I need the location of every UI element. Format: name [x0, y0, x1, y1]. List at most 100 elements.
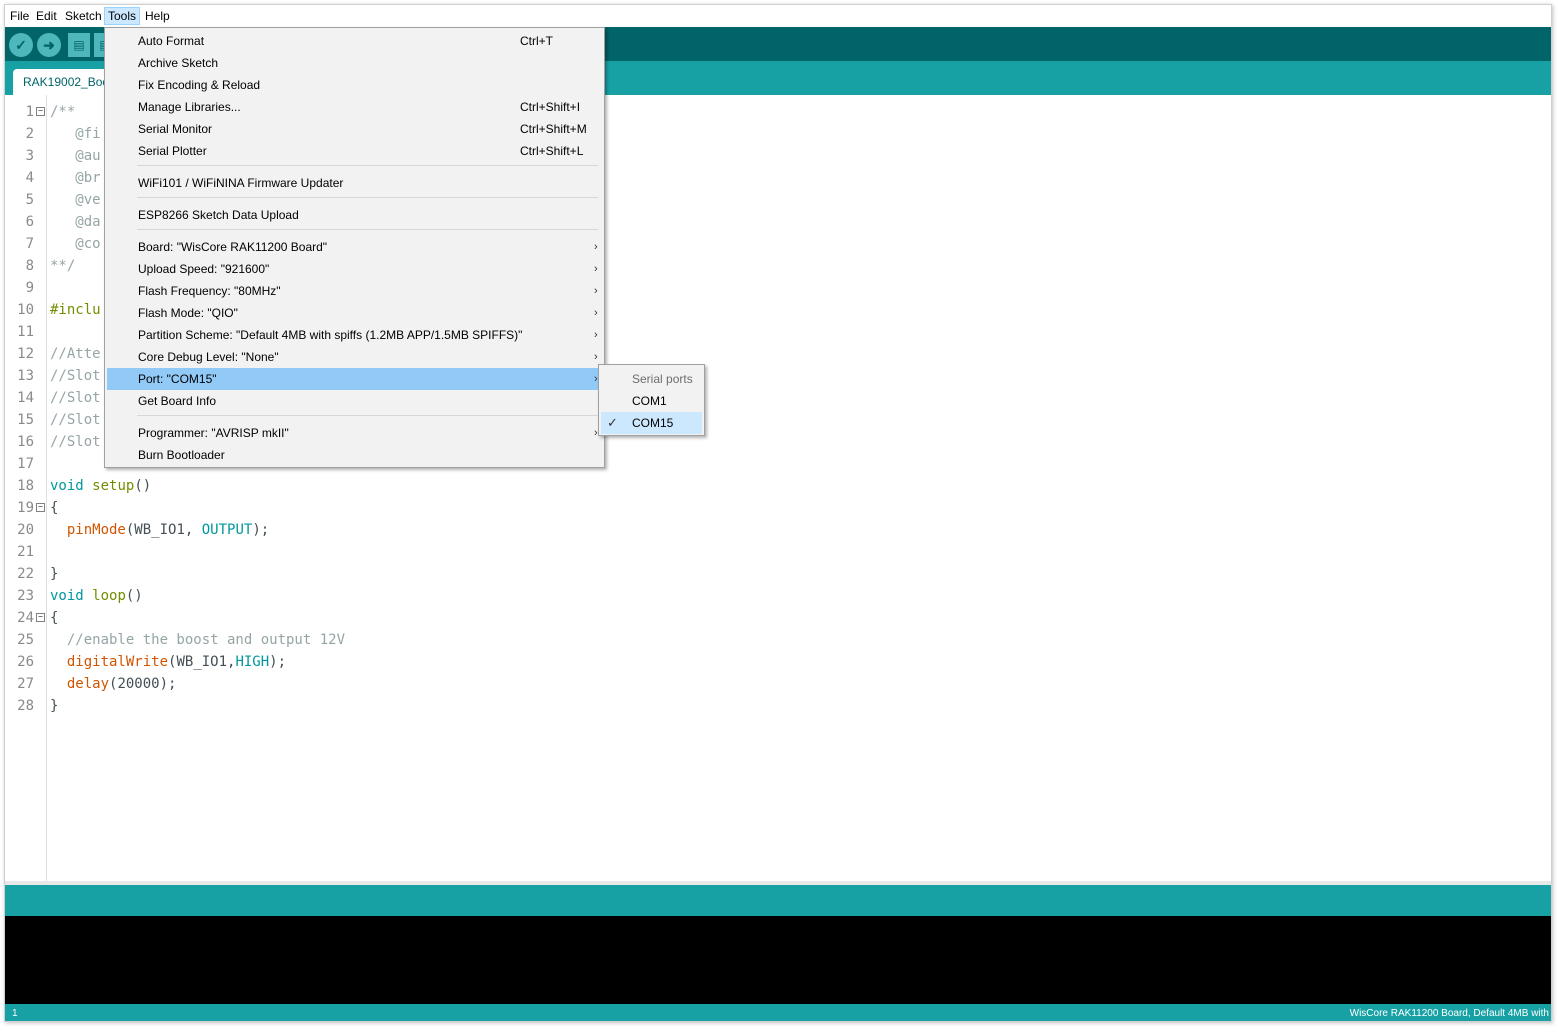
line-number: 9: [25, 280, 34, 296]
menu-item-upload-speed-921600[interactable]: Upload Speed: "921600" ›: [107, 258, 600, 280]
menu-item-wifi101-wifinina-firmware-updater[interactable]: WiFi101 / WiFiNINA Firmware Updater: [107, 172, 600, 194]
code-token: loop: [92, 588, 126, 604]
code-token: //Slot: [50, 412, 101, 428]
tools-menu: Auto Format Ctrl+T Archive Sketch Fix Encod…: [104, 27, 605, 468]
chevron-right-icon: ›: [594, 285, 598, 297]
menu-item-core-debug-level-none[interactable]: Core Debug Level: "None" ›: [107, 346, 600, 368]
chevron-right-icon: ›: [594, 241, 598, 253]
code-token: @co: [50, 236, 101, 252]
port-item-com15[interactable]: ✓ COM15: [601, 412, 702, 434]
menu-item-label: WiFi101 / WiFiNINA Firmware Updater: [138, 176, 344, 190]
menu-edit[interactable]: Edit: [33, 7, 60, 25]
menu-item-manage-libraries[interactable]: Manage Libraries... Ctrl+Shift+I: [107, 96, 600, 118]
console-output[interactable]: [5, 916, 1551, 1004]
code-text: }: [50, 695, 58, 717]
document-icon: ▤: [73, 38, 85, 52]
upload-button[interactable]: ➜: [37, 33, 61, 57]
menu-item-flash-mode-qio[interactable]: Flash Mode: "QIO" ›: [107, 302, 600, 324]
code-token: //Slot: [50, 368, 101, 384]
code-token: (): [125, 588, 143, 604]
line-number: 22: [17, 566, 34, 582]
line-number: 13: [17, 368, 34, 384]
menu-item-serial-plotter[interactable]: Serial Plotter Ctrl+Shift+L: [107, 140, 600, 162]
chevron-right-icon: ›: [594, 307, 598, 319]
menu-item-burn-bootloader[interactable]: Burn Bootloader: [107, 444, 600, 466]
code-text: @da: [50, 211, 100, 233]
menu-item-label: Serial Monitor: [138, 122, 213, 136]
menu-item-archive-sketch[interactable]: Archive Sketch: [107, 52, 600, 74]
code-text: @fi: [50, 123, 100, 145]
code-text: void loop(): [50, 585, 143, 607]
port-item-com1[interactable]: COM1: [601, 390, 702, 412]
menu-help[interactable]: Help: [142, 7, 173, 25]
menu-item-fix-encoding-reload[interactable]: Fix Encoding & Reload: [107, 74, 600, 96]
code-text: @co: [50, 233, 101, 255]
menu-item-programmer-avrisp-mkii[interactable]: Programmer: "AVRISP mkII" ›: [107, 422, 600, 444]
menu-item-partition-scheme-default-4mb-with-spiffs[interactable]: Partition Scheme: "Default 4MB with spif…: [107, 324, 600, 346]
menubar: File Edit Sketch Tools Help: [5, 5, 1551, 27]
line-number: 11: [17, 324, 34, 340]
line-number: 3: [25, 148, 34, 164]
new-button[interactable]: ▤: [68, 33, 90, 57]
menu-separator: [137, 197, 598, 198]
code-token: #inclu: [50, 302, 101, 318]
code-line: 24−{: [5, 607, 1551, 629]
menu-item-board-wiscore-rak11200-board[interactable]: Board: "WisCore RAK11200 Board" ›: [107, 236, 600, 258]
code-text: **/: [50, 255, 75, 277]
code-text: //Slot: [50, 387, 101, 409]
port-label: COM15: [632, 416, 674, 430]
menu-tools[interactable]: Tools: [104, 7, 141, 25]
fold-toggle-icon[interactable]: −: [36, 107, 45, 116]
line-number: 24: [17, 610, 34, 626]
code-text: digitalWrite(WB_IO1,HIGH);: [50, 651, 286, 673]
line-number: 1: [25, 104, 34, 120]
line-number: 16: [17, 434, 34, 450]
line-number: 17: [17, 456, 34, 472]
menu-sketch[interactable]: Sketch: [62, 7, 105, 25]
submenu-header-label: Serial ports: [632, 372, 693, 386]
code-token: @ve: [50, 192, 101, 208]
code-line: 20 pinMode(WB_IO1, OUTPUT);: [5, 519, 1551, 541]
menu-item-port-com15[interactable]: Port: "COM15" ›: [107, 368, 600, 390]
menu-item-auto-format[interactable]: Auto Format Ctrl+T: [107, 30, 600, 52]
menu-item-label: Archive Sketch: [138, 56, 219, 70]
verify-button[interactable]: ✓: [9, 33, 33, 57]
menu-item-label: Programmer: "AVRISP mkII": [138, 426, 289, 440]
chevron-right-icon: ›: [594, 263, 598, 275]
fold-toggle-icon[interactable]: −: [36, 613, 45, 622]
menu-file[interactable]: File: [7, 7, 32, 25]
menu-item-label: Port: "COM15": [138, 372, 217, 386]
code-text: //Slot: [50, 365, 101, 387]
menu-item-shortcut: Ctrl+Shift+M: [520, 122, 587, 136]
menu-item-shortcut: Ctrl+T: [520, 34, 553, 48]
menu-item-flash-frequency-80mhz[interactable]: Flash Frequency: "80MHz" ›: [107, 280, 600, 302]
line-number-indicator: 1: [12, 1008, 18, 1019]
code-text: pinMode(WB_IO1, OUTPUT);: [50, 519, 269, 541]
line-number: 12: [17, 346, 34, 362]
menu-item-serial-monitor[interactable]: Serial Monitor Ctrl+Shift+M: [107, 118, 600, 140]
menu-item-shortcut: Ctrl+Shift+I: [520, 100, 581, 114]
menu-separator: [137, 415, 598, 416]
code-text: //enable the boost and output 12V: [50, 629, 345, 651]
code-token: }: [50, 698, 59, 714]
fold-toggle-icon[interactable]: −: [36, 503, 45, 512]
code-text: //Atte: [50, 343, 101, 365]
menu-separator: [137, 229, 598, 230]
line-number: 19: [17, 500, 34, 516]
code-text: delay(20000);: [50, 673, 177, 695]
code-line: 27 delay(20000);: [5, 673, 1551, 695]
code-line: 25 //enable the boost and output 12V: [5, 629, 1551, 651]
menu-item-get-board-info[interactable]: Get Board Info: [107, 390, 600, 412]
code-token: digitalWrite: [66, 654, 169, 670]
code-text: //Slot: [50, 409, 101, 431]
line-number: 7: [25, 236, 34, 252]
menu-item-label: Fix Encoding & Reload: [138, 78, 261, 92]
menu-item-esp8266-sketch-data-upload[interactable]: ESP8266 Sketch Data Upload: [107, 204, 600, 226]
menu-item-label: Board: "WisCore RAK11200 Board": [138, 240, 328, 254]
code-token: pinMode: [66, 522, 126, 538]
code-token: void: [50, 588, 84, 604]
code-token: (20000);: [109, 676, 177, 692]
